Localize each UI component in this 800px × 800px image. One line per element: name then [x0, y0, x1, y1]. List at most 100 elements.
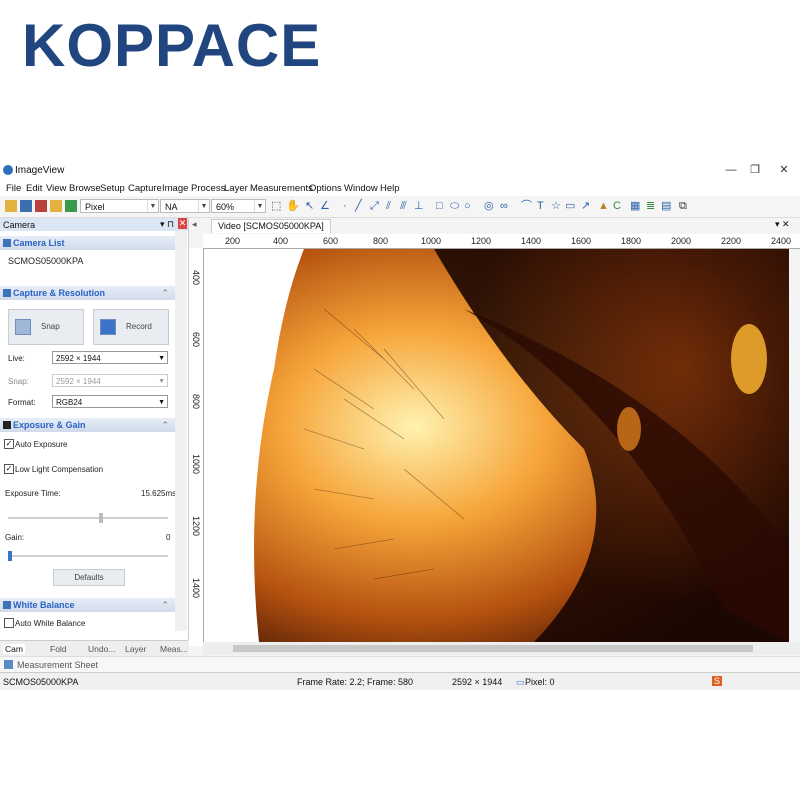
save-all-icon[interactable] [35, 200, 47, 212]
point-icon[interactable]: · [343, 199, 347, 213]
close-button[interactable]: ✕ [773, 163, 795, 178]
angle-icon[interactable]: ∠ [320, 199, 330, 213]
snap-icon [15, 319, 31, 335]
line-icon[interactable]: ╱ [355, 199, 362, 213]
open-icon[interactable] [5, 200, 17, 212]
exposure-slider-track[interactable] [8, 517, 168, 519]
menu-setup[interactable]: Setup [100, 183, 125, 194]
perpendicular-icon[interactable]: ⊥ [414, 199, 424, 213]
menu-window[interactable]: Window [344, 183, 378, 194]
live-microscope-image[interactable] [204, 249, 789, 642]
parallel-icon[interactable]: ⫽ [386, 199, 391, 213]
tab-layer[interactable]: Layer [125, 644, 146, 654]
menu-edit[interactable]: Edit [26, 183, 42, 194]
capture-icon [3, 289, 11, 297]
export-icon[interactable]: ≣ [646, 199, 655, 213]
tab-cam[interactable]: Cam [3, 644, 25, 654]
toolbar: Pixel ▼ NA ▼ 60% ▼ ⬚ ✋ ↖ ∠ · ╱ ⤢ ⫽ ⫻ ⊥ □ ⬭ … [0, 196, 800, 218]
live-resolution-select[interactable]: 2592 × 1944 ▼ [52, 351, 168, 364]
camera-list-item[interactable]: SCMOS05000KPA [8, 256, 83, 266]
exposure-slider-thumb[interactable] [99, 513, 103, 523]
tab-video[interactable]: Video [SCMOS05000KPA] [211, 219, 331, 233]
white-balance-header[interactable]: White Balance ⌃ [0, 598, 175, 612]
auto-wb-checkbox[interactable] [4, 618, 14, 628]
snap-resolution-select[interactable]: 2592 × 1944 ▼ [52, 374, 168, 387]
na-select[interactable]: NA ▼ [160, 199, 210, 213]
circle-icon[interactable]: ○ [464, 199, 471, 213]
arrow-line-icon[interactable]: ⤢ [370, 199, 379, 213]
h-tick-label: 1000 [421, 236, 442, 246]
measurement-sheet-tab[interactable]: Measurement Sheet [17, 660, 98, 670]
calibrate-icon[interactable]: ▲ [598, 199, 609, 213]
gain-slider-thumb[interactable] [8, 551, 12, 561]
star-icon[interactable]: ☆ [551, 199, 561, 213]
collapse-icon: ⌃ [161, 420, 169, 430]
scale-bar-icon[interactable]: ▭ [565, 199, 575, 213]
v-tick-label: 400 [191, 270, 201, 286]
live-label: Live: [8, 354, 25, 363]
capture-resolution-header[interactable]: Capture & Resolution ⌃ [0, 286, 175, 300]
sheet-icon [4, 660, 13, 669]
exposure-gain-header[interactable]: Exposure & Gain ⌃ [0, 418, 175, 432]
save-icon[interactable] [20, 200, 32, 212]
link-icon[interactable]: ∞ [500, 199, 508, 213]
ellipse-icon[interactable]: ⬭ [450, 199, 459, 213]
format-select[interactable]: RGB24 ▼ [52, 395, 168, 408]
app-icon [3, 165, 13, 175]
low-light-label: Low Light Compensation [15, 465, 104, 474]
status-camera: SCMOS05000KPA [3, 677, 79, 687]
close-panel-icon[interactable]: ✕ [178, 218, 187, 229]
menu-measurements[interactable]: Measurements [250, 183, 313, 194]
tab-fold[interactable]: Fold [50, 644, 67, 654]
crop-icon[interactable]: ⬚ [271, 199, 281, 213]
pointer-icon[interactable]: ↖ [305, 199, 314, 213]
gain-slider-track[interactable] [8, 555, 168, 557]
folder-icon[interactable] [50, 200, 62, 212]
record-button[interactable]: Record [93, 309, 169, 345]
menu-image[interactable]: Image [162, 183, 188, 194]
menu-file[interactable]: File [6, 183, 21, 194]
menu-process[interactable]: Process [191, 183, 225, 194]
tab-scroll-icon[interactable]: ◂ [192, 219, 197, 230]
restore-button[interactable]: ❐ [744, 163, 766, 178]
input-method-icon[interactable]: S [712, 676, 722, 686]
auto-exposure-checkbox[interactable]: ✓ [4, 439, 14, 449]
panel-header: Camera ▾ ⊓ ✕ [0, 218, 188, 231]
menu-view[interactable]: View [46, 183, 66, 194]
arc-icon[interactable]: ⌒ [521, 199, 532, 213]
minimize-button[interactable]: — [720, 163, 742, 178]
rectangle-icon[interactable]: □ [436, 199, 443, 213]
arrow-icon[interactable]: ↗ [581, 199, 590, 213]
multi-line-icon[interactable]: ⫻ [400, 199, 407, 213]
table-icon[interactable]: ▤ [661, 199, 671, 213]
tab-undo[interactable]: Undo... [88, 644, 115, 654]
panel-scrollbar[interactable] [175, 231, 187, 631]
menu-layer[interactable]: Layer [224, 183, 248, 194]
menu-capture[interactable]: Capture [128, 183, 162, 194]
hand-icon[interactable]: ✋ [286, 199, 300, 213]
panel-tabs: Cam Fold Undo... Layer Meas... [0, 640, 188, 657]
menu-options[interactable]: Options [309, 183, 342, 194]
camera-list-header[interactable]: Camera List [0, 236, 175, 250]
unit-select[interactable]: Pixel ▼ [80, 199, 159, 213]
tab-menu-icon[interactable]: ▾ ✕ [775, 219, 790, 230]
scroll-thumb[interactable] [233, 645, 753, 652]
menu-help[interactable]: Help [380, 183, 400, 194]
text-icon[interactable]: T [537, 199, 544, 213]
snap-button[interactable]: Snap [8, 309, 84, 345]
image-view-area: ◂ Video [SCMOS05000KPA] ▾ ✕ 200 400 600 … [189, 218, 800, 656]
pin-icon[interactable]: ▾ ⊓ [160, 219, 174, 230]
concentric-icon[interactable]: ◎ [484, 199, 494, 213]
tab-measure[interactable]: Meas... [160, 644, 188, 654]
menu-browse[interactable]: Browse [69, 183, 101, 194]
measure-list-icon[interactable]: ▦ [630, 199, 640, 213]
low-light-checkbox[interactable]: ✓ [4, 464, 14, 474]
count-icon[interactable]: C [613, 199, 621, 213]
window-options-icon[interactable]: ⧉ [679, 199, 687, 213]
status-bar: SCMOS05000KPA Frame Rate: 2.2; Frame: 58… [0, 672, 800, 690]
horizontal-scrollbar[interactable] [203, 642, 800, 655]
defaults-button[interactable]: Defaults [53, 569, 125, 586]
h-tick-label: 2400 [771, 236, 792, 246]
grid-icon[interactable] [65, 200, 77, 212]
zoom-select[interactable]: 60% ▼ [211, 199, 266, 213]
